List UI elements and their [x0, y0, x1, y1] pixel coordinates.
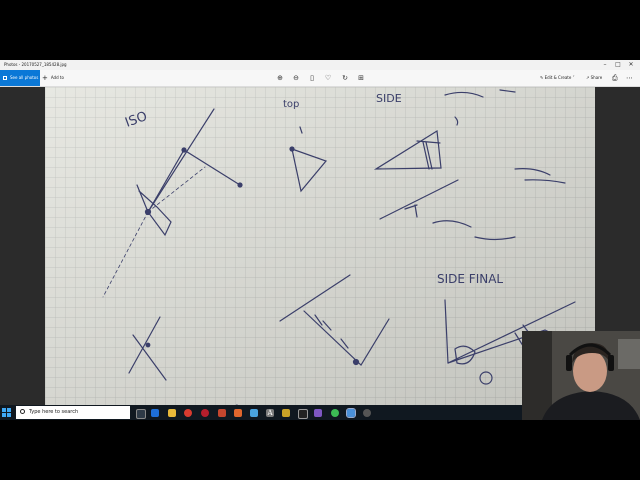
add-to-button[interactable]: + Add to [42, 70, 64, 86]
photos-toolbar: See all photos + Add to ⊕ ⊖ ▯ ♡ ↻ ⊞ ✎ Edi… [0, 70, 640, 87]
clock-icon[interactable] [363, 409, 371, 417]
chrome-icon[interactable] [331, 409, 339, 417]
file-explorer-icon[interactable] [168, 409, 176, 417]
webcam-image [522, 331, 640, 420]
app-icon-blue[interactable] [250, 409, 258, 417]
chevron-down-icon: ˅ [572, 75, 575, 80]
see-all-photos-button[interactable]: See all photos [0, 70, 40, 86]
maximize-icon[interactable]: □ [611, 60, 625, 70]
edge-icon[interactable] [151, 409, 159, 417]
edit-icon: ✎ [540, 75, 544, 80]
close-icon[interactable]: ✕ [624, 60, 638, 70]
task-view-icon[interactable] [136, 409, 146, 419]
search-icon [20, 409, 25, 414]
edit-create-menu[interactable]: ✎ Edit & Create ˅ [540, 70, 575, 86]
browser-icon[interactable] [184, 409, 192, 417]
opera-icon[interactable] [201, 409, 209, 417]
webcam-overlay [522, 331, 640, 420]
share-button[interactable]: ↗ Share [586, 70, 602, 86]
favorite-icon[interactable]: ♡ [323, 73, 333, 83]
photos-taskbar-icon[interactable] [346, 408, 356, 418]
window-title: Photos - 20170527_185428.jpg [4, 62, 67, 67]
zoom-in-icon[interactable]: ⊕ [275, 73, 285, 83]
print-icon[interactable]: ⎙ [612, 70, 618, 86]
app-icon-orange[interactable] [234, 409, 242, 417]
taskbar-search-box[interactable]: Type here to search [16, 406, 130, 419]
title-bar: Photos - 20170527_185428.jpg – □ ✕ [0, 60, 640, 70]
app-icon-red[interactable] [218, 409, 226, 417]
photos-icon [3, 76, 7, 80]
app-icon-gold[interactable] [282, 409, 290, 417]
share-label: Share [590, 75, 603, 80]
delete-icon[interactable]: ▯ [307, 73, 317, 83]
add-to-label: Add to [50, 75, 64, 80]
zoom-out-icon[interactable]: ⊖ [291, 73, 301, 83]
search-placeholder: Type here to search [29, 409, 79, 415]
rotate-icon[interactable]: ↻ [340, 73, 350, 83]
side-final-label: SIDE FINAL [437, 272, 503, 286]
share-icon: ↗ [586, 75, 590, 80]
plus-icon: + [42, 74, 48, 82]
terminal-icon[interactable] [298, 409, 308, 419]
font-app-icon[interactable]: A [266, 409, 274, 417]
see-all-photos-label: See all photos [10, 75, 39, 80]
sketch-photo: ISO top SIDE SIDE FINAL [45, 87, 595, 420]
minimize-icon[interactable]: – [598, 60, 612, 70]
side-label: SIDE [376, 92, 402, 105]
photo-canvas: ISO top SIDE SIDE FINAL [45, 87, 595, 420]
more-options-icon[interactable]: ⋯ [626, 70, 633, 86]
visual-studio-icon[interactable] [314, 409, 322, 417]
top-label: top [283, 99, 299, 110]
crop-icon[interactable]: ⊞ [356, 73, 366, 83]
windows-start-icon[interactable] [2, 408, 11, 417]
edit-create-label: Edit & Create [544, 75, 572, 80]
